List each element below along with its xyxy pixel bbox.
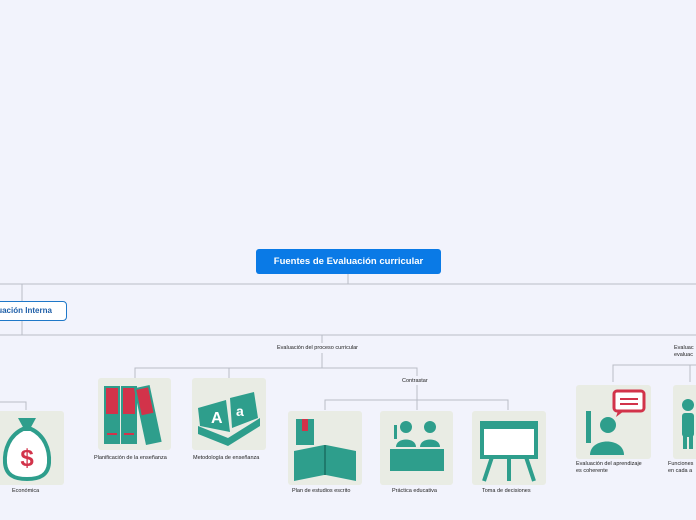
branch-label-proceso[interactable]: Evaluación del proceso curricular [277,345,358,351]
branch-label-contrastar[interactable]: Contrastar [402,378,428,384]
card-label-planificacion: Planificación de la enseñanza [94,455,167,461]
classroom-icon [390,421,444,471]
card-label-aprendizaje-line2: es coherente [576,468,608,474]
binders-icon [104,384,162,446]
card-label-toma-decisiones: Toma de decisiones [482,488,531,494]
whiteboard-icon [480,421,538,482]
card-label-plan-estudios: Plan de estudios escrito [292,488,351,494]
card-label-funciones-line1: Funciones [668,461,694,467]
branch-label-right-line1: Evaluac [674,345,694,351]
card-label-practica: Práctica educativa [392,488,437,494]
main-topic-evaluacion-interna[interactable]: luación Interna [0,301,67,321]
card-plan-estudios[interactable] [288,411,362,485]
card-label-economica: Económica [12,488,40,494]
open-book-icon [294,419,356,481]
money-bag-icon: $ [2,418,52,482]
card-metodologia[interactable]: A a [192,378,266,450]
branch-label-right[interactable]: Evaluac evaluac [674,345,694,359]
language-book-icon: A a [198,392,260,446]
card-toma-decisiones[interactable] [472,411,546,485]
card-label-funciones-line2: en cada a [668,468,693,474]
central-topic[interactable]: Fuentes de Evaluación curricular [256,249,441,274]
card-economica[interactable]: $ [0,411,64,485]
card-label-aprendizaje: Evaluación del aprendizaje es coherente [576,461,642,475]
branch-label-right-line2: evaluac [674,352,693,358]
student-speech-icon [586,389,646,455]
svg-text:A: A [211,410,223,427]
card-label-aprendizaje-line1: Evaluación del aprendizaje [576,461,642,467]
svg-text:$: $ [20,445,34,472]
person-icon [682,399,694,449]
card-practica[interactable] [380,411,453,485]
card-aprendizaje[interactable] [576,385,651,459]
card-label-funciones: Funciones en cada a [668,461,693,475]
card-planificacion[interactable] [98,378,171,450]
card-funciones[interactable] [673,385,696,459]
svg-text:a: a [236,403,244,419]
card-label-metodologia: Metodología de enseñanza [193,455,260,461]
